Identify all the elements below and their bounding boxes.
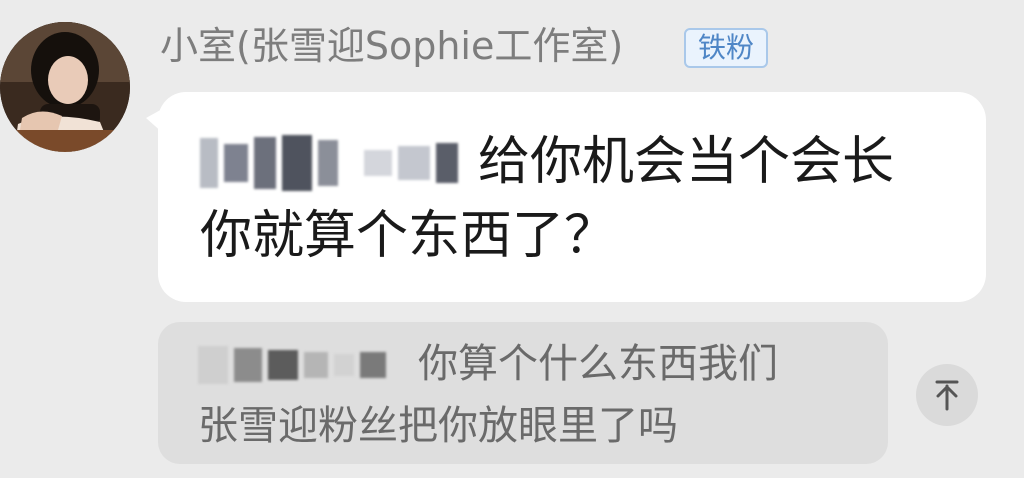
quoted-text-line2: 张雪迎粉丝把你放眼里了吗 bbox=[198, 403, 678, 449]
message-text-line2: 你就算个东西了？ bbox=[200, 206, 617, 266]
avatar-photo bbox=[0, 22, 130, 152]
arrow-up-icon bbox=[935, 380, 959, 411]
sender-name[interactable]: 小室(张雪迎Sophie工作室) bbox=[160, 22, 623, 70]
avatar[interactable] bbox=[0, 22, 130, 152]
message-text-line1: 给你机会当个会长 bbox=[478, 132, 895, 192]
scroll-to-top-button[interactable] bbox=[916, 364, 978, 426]
blurred-mention bbox=[200, 132, 458, 194]
quoted-blurred-mention bbox=[198, 342, 386, 388]
quoted-text-line1: 你算个什么东西我们 bbox=[418, 341, 778, 387]
fan-badge: 铁粉 bbox=[684, 28, 768, 68]
chat-thread: 小室(张雪迎Sophie工作室) 铁粉 给你机会当个会长 你就算个东西了？ 你算… bbox=[0, 0, 1024, 478]
message-bubble[interactable] bbox=[158, 92, 986, 302]
